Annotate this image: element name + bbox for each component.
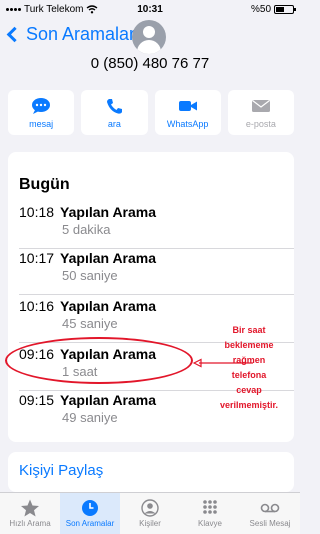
annotation-line: cevap [236,385,262,395]
call-type: Yapılan Arama [60,392,157,408]
tab-label: Klavye [197,519,222,528]
message-button[interactable]: mesaj [8,90,75,135]
share-card: Kişiyi Paylaş [8,452,294,492]
status-left: Turk Telekom [6,4,98,15]
whatsapp-label: WhatsApp [166,118,209,129]
annotation-note: Bir saat beklememe rağmen telefona cevap… [199,323,299,413]
annotation-line: verilmemiştir. [219,400,279,410]
tab-label: Hızlı Arama [9,519,51,528]
star-icon [21,499,39,517]
call-type: Yapılan Arama [60,298,157,314]
email-label: e-posta [245,118,276,129]
call-duration: 5 dakika [62,222,111,237]
highlight-ellipse [5,337,193,384]
avatar [132,20,166,54]
tab-bar: Hızlı Arama Son Aramalar Kişiler Klavye … [0,492,300,534]
phone-number: 0 (850) 480 76 77 [90,55,210,72]
phone-icon [107,98,123,114]
person-icon [141,499,159,517]
status-right: %50 [250,3,296,15]
back-label: Son Aramalar [26,24,136,44]
tab-label: Sesli Mesaj [249,519,291,528]
keypad-icon [203,500,217,514]
signal-icon [6,7,21,11]
divider [19,248,294,249]
section-title: Bugün [19,176,70,193]
annotation-line: beklememe [224,340,274,350]
call-button[interactable]: ara [81,90,148,135]
tab-label: Kişiler [139,519,161,528]
mail-icon [251,99,270,112]
header: Son Aramalar [0,18,300,58]
call-time: 10:18 [19,204,55,220]
wifi-icon [87,4,98,13]
call-item: 10:18 Yapılan Arama 5 dakika [19,204,289,237]
email-button[interactable]: e-posta [227,90,294,135]
whatsapp-button[interactable]: WhatsApp [154,90,221,135]
call-label: ara [107,118,121,129]
call-time: 10:17 [19,250,55,266]
message-label: mesaj [29,118,54,129]
chevron-left-icon [6,26,23,43]
share-contact-link[interactable]: Kişiyi Paylaş [19,462,103,479]
tab-voicemail[interactable]: Sesli Mesaj [240,493,300,534]
call-time: 09:15 [19,392,55,408]
tab-label: Son Aramalar [65,519,115,528]
call-type: Yapılan Arama [60,250,157,266]
voicemail-icon [260,503,280,513]
message-icon [32,97,51,114]
annotation-line: rağmen [232,355,266,365]
battery-icon [274,4,296,14]
status-bar: Turk Telekom 10:31 %50 [0,0,300,18]
divider [19,294,294,295]
call-item: 10:17 Yapılan Arama 50 saniye [19,250,289,283]
tab-favorites[interactable]: Hızlı Arama [0,493,60,534]
clock-icon [82,500,98,516]
video-icon [178,100,197,111]
call-duration: 50 saniye [62,268,118,283]
annotation-line: telefona [231,370,267,380]
annotation-line: Bir saat [232,325,266,335]
battery-percent: %50 [250,3,271,15]
action-buttons: mesaj ara WhatsApp e-posta [8,90,294,135]
back-button[interactable]: Son Aramalar [6,24,135,45]
carrier-label: Turk Telekom [24,3,84,15]
tab-keypad[interactable]: Klavye [180,493,240,534]
call-type: Yapılan Arama [60,204,157,220]
tab-recents[interactable]: Son Aramalar [60,493,120,534]
call-time: 10:16 [19,298,55,314]
tab-contacts[interactable]: Kişiler [120,493,180,534]
